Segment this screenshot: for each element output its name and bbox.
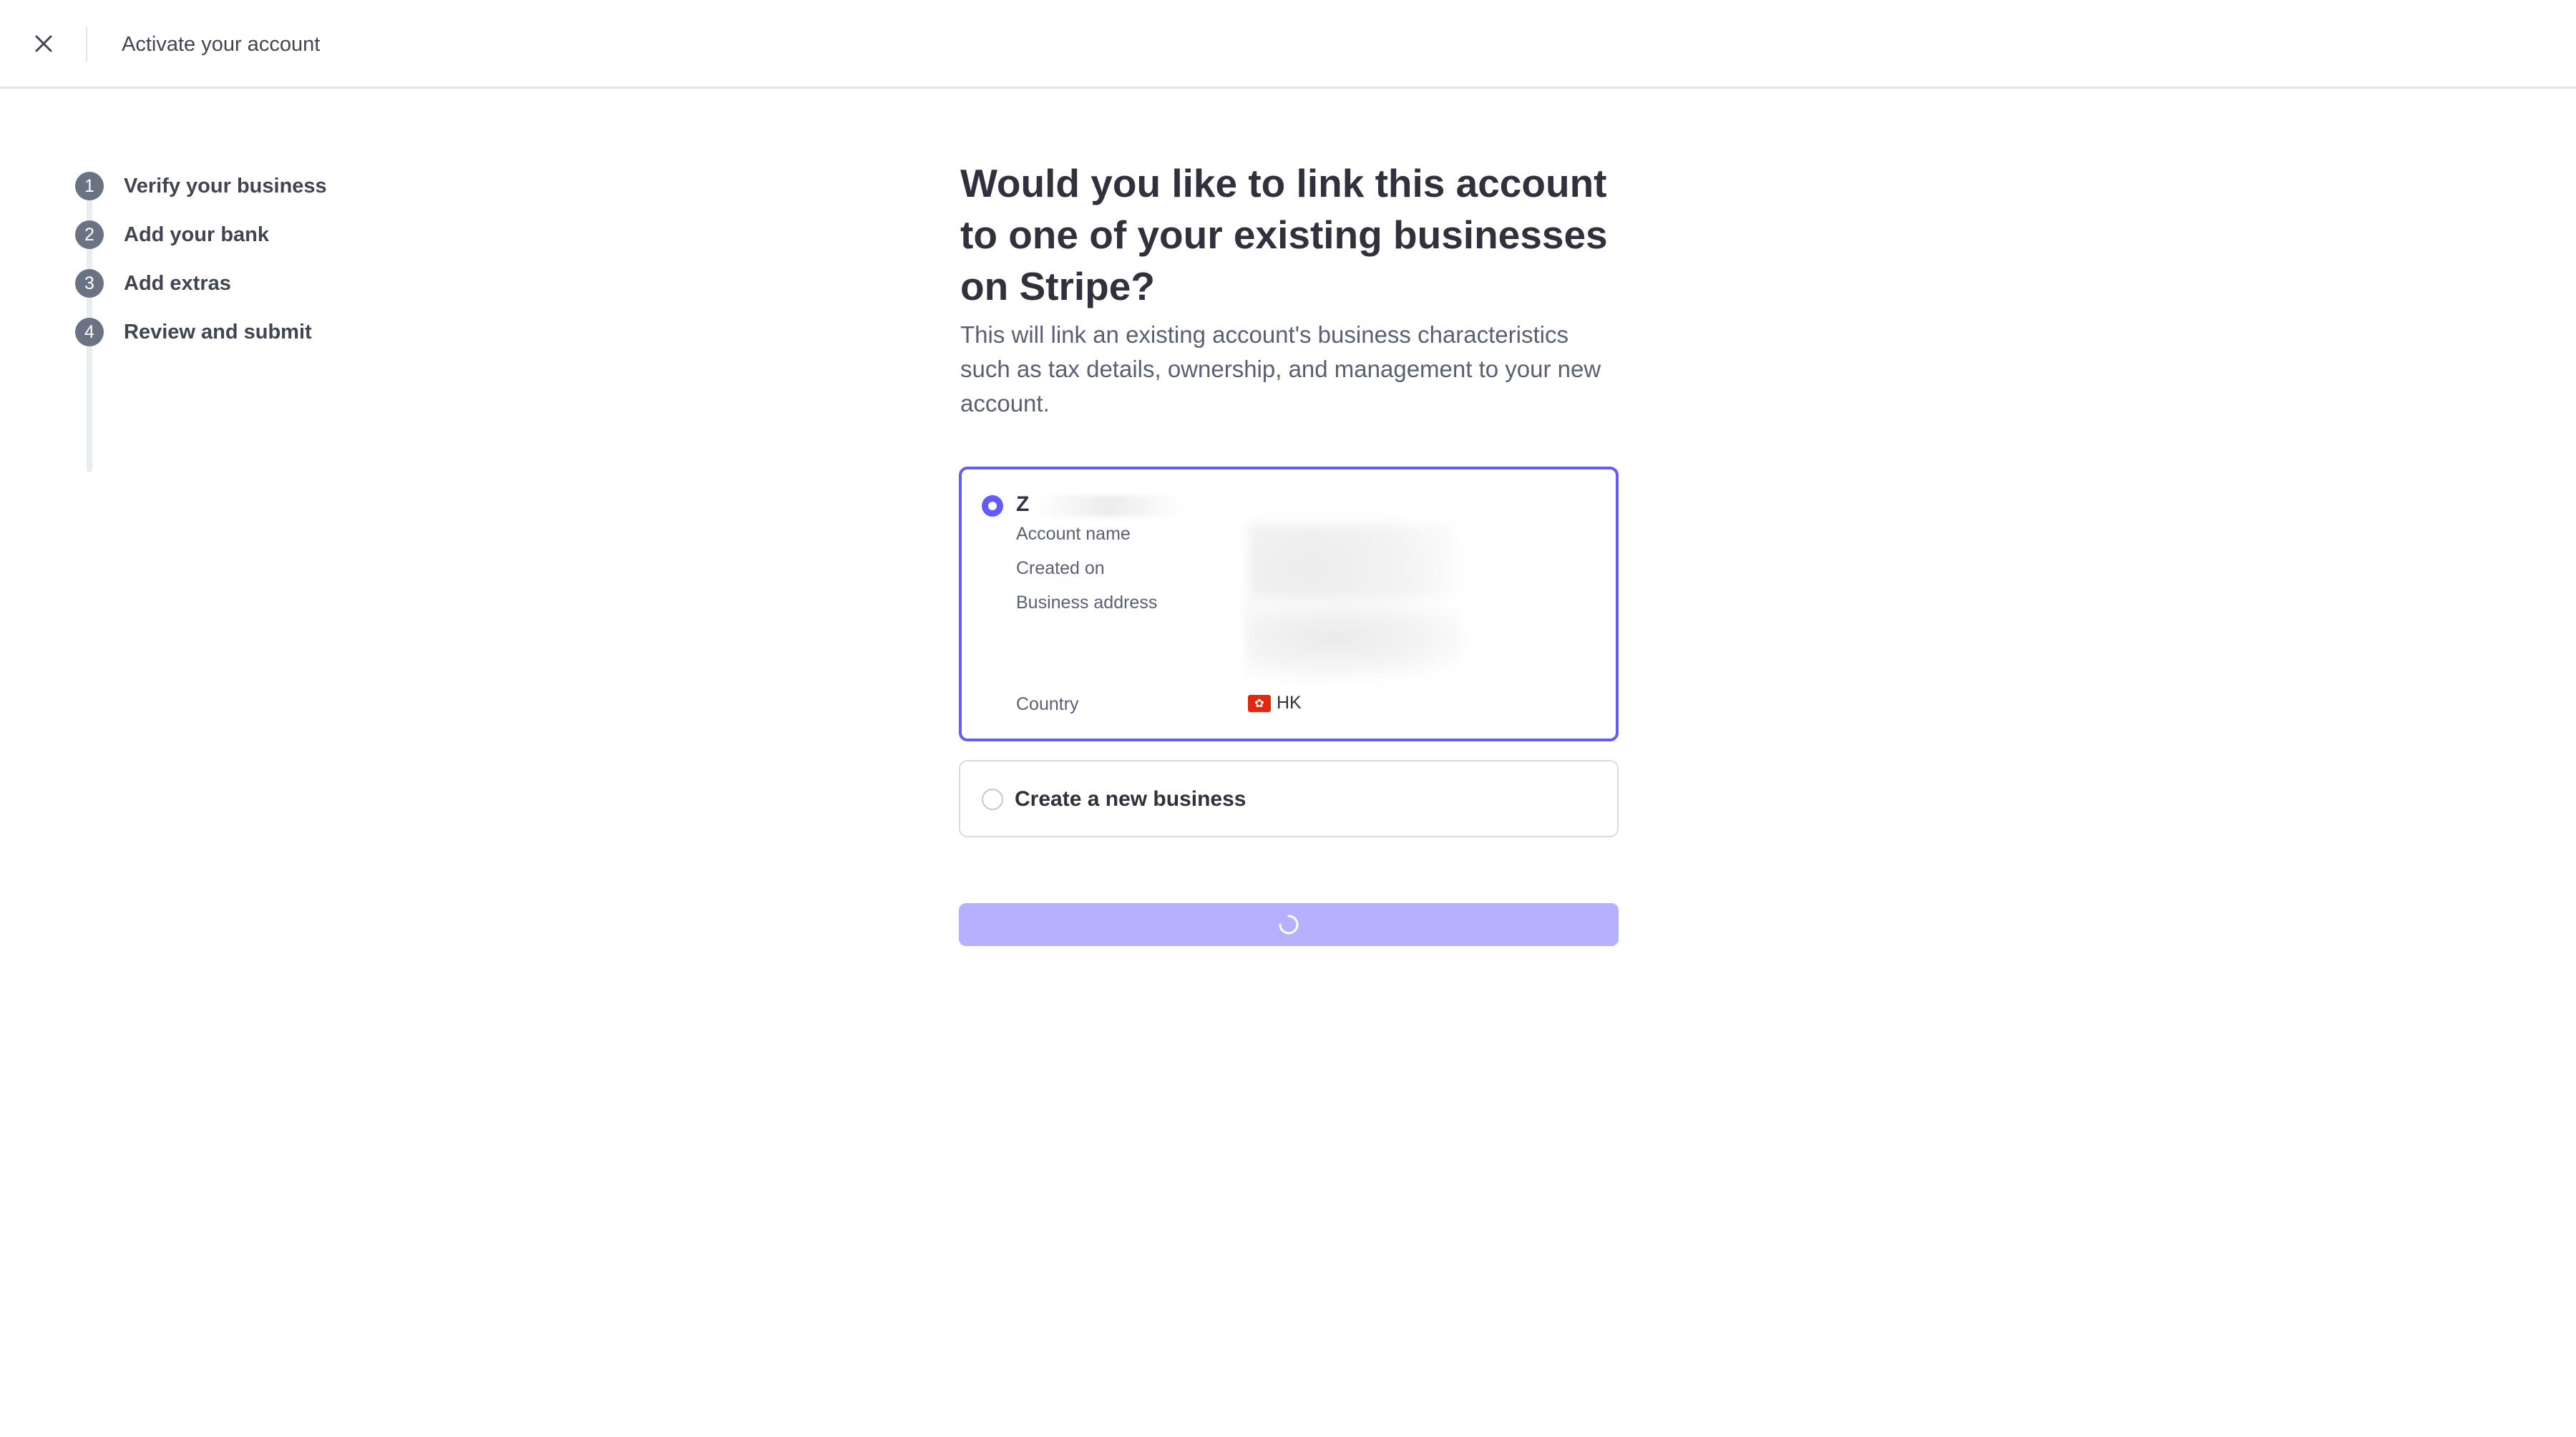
- redacted-address: [1248, 598, 1463, 677]
- step-number: 3: [75, 269, 104, 298]
- step-add-bank[interactable]: 2 Add your bank: [69, 210, 412, 259]
- step-verify-business[interactable]: 1 Verify your business: [69, 162, 412, 210]
- main-content: Would you like to link this account to o…: [960, 157, 1619, 421]
- step-number: 4: [75, 318, 104, 346]
- country-label: Country: [1016, 694, 1079, 714]
- progress-stepper: 1 Verify your business 2 Add your bank 3…: [69, 162, 412, 472]
- main-description: This will link an existing account's bus…: [960, 321, 1601, 417]
- step-label: Review and submit: [124, 320, 312, 344]
- loading-spinner-icon: [1279, 915, 1299, 935]
- radio-unselected[interactable]: [982, 789, 1003, 810]
- country-value: ✿ HK: [1248, 693, 1302, 713]
- close-button[interactable]: [27, 27, 60, 60]
- step-number: 2: [75, 220, 104, 249]
- redacted-name: [1033, 495, 1184, 517]
- existing-business-option[interactable]: Z Account name Created on Business addre…: [959, 467, 1619, 741]
- step-label: Verify your business: [124, 174, 327, 198]
- top-bar: Activate your account: [0, 0, 2576, 89]
- business-address-label: Business address: [1016, 593, 1158, 613]
- step-number: 1: [75, 172, 104, 200]
- create-new-business-label: Create a new business: [1015, 787, 1246, 811]
- step-review-submit[interactable]: 4 Review and submit: [69, 308, 412, 356]
- topbar-divider: [86, 27, 87, 62]
- step-label: Add your bank: [124, 223, 270, 246]
- radio-selected[interactable]: [982, 495, 1003, 517]
- step-label: Add extras: [124, 271, 231, 295]
- country-code: HK: [1277, 693, 1302, 713]
- hong-kong-flag-icon: ✿: [1248, 694, 1271, 712]
- created-on-label: Created on: [1016, 558, 1105, 578]
- step-add-extras[interactable]: 3 Add extras: [69, 259, 412, 308]
- page-title: Activate your account: [122, 33, 321, 56]
- main-heading: Would you like to link this account to o…: [960, 161, 1608, 308]
- create-new-business-option[interactable]: Create a new business: [959, 760, 1619, 837]
- close-icon: [35, 35, 52, 52]
- continue-button[interactable]: [959, 903, 1619, 946]
- account-name-label: Account name: [1016, 524, 1131, 544]
